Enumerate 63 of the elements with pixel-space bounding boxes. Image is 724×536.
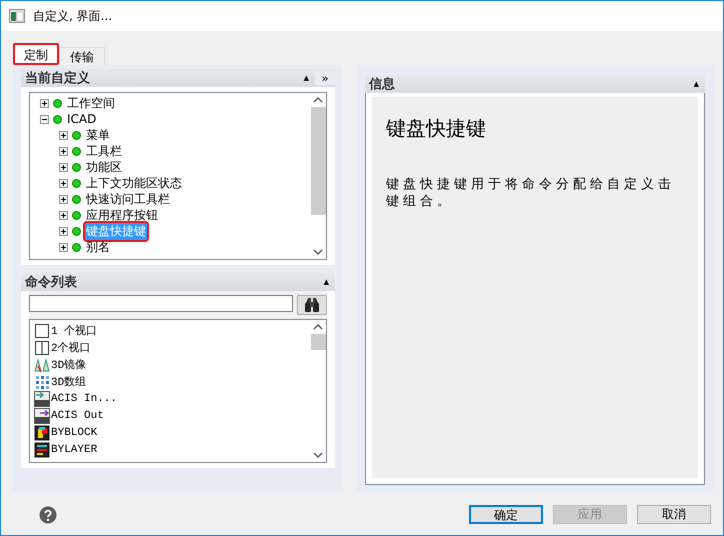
- status-dot-icon: [72, 178, 81, 188]
- info-description: 键盘快捷键用于将命令分配给自定义击键组合。: [386, 176, 676, 210]
- expand-icon[interactable]: [40, 98, 49, 108]
- command-item[interactable]: BYBLOCK: [51, 426, 98, 438]
- tree-item[interactable]: 应用程序按钮: [85, 206, 159, 224]
- scrollbar-thumb[interactable]: [310, 107, 326, 215]
- viewport-icon: [34, 322, 50, 338]
- panel-title: 当前自定义: [25, 70, 91, 87]
- expand-icon[interactable]: [59, 226, 68, 236]
- expand-icon[interactable]: [59, 146, 68, 156]
- import-icon: [34, 390, 50, 406]
- color-block-icon: [34, 424, 50, 440]
- expand-icon[interactable]: [59, 162, 68, 172]
- split-viewport-icon: [34, 340, 50, 356]
- status-dot-icon: [72, 194, 81, 204]
- status-dot-icon: [72, 162, 81, 172]
- command-item[interactable]: 2个视口: [51, 340, 91, 355]
- tree-item[interactable]: 快速访问工具栏: [85, 190, 171, 208]
- help-icon[interactable]: [39, 506, 57, 524]
- status-dot-icon: [72, 242, 81, 252]
- status-dot-icon: [53, 114, 62, 124]
- layer-stack-icon: [34, 442, 50, 458]
- status-dot-icon: [72, 130, 81, 140]
- panel-title: 信息: [369, 76, 396, 93]
- info-heading: 键盘快捷键: [386, 115, 487, 142]
- expand-icon[interactable]: [59, 210, 68, 220]
- expand-icon[interactable]: [59, 130, 68, 140]
- scrollbar-thumb[interactable]: [310, 334, 326, 350]
- expand-button[interactable]: »: [315, 72, 335, 84]
- command-item[interactable]: BYLAYER: [51, 444, 98, 456]
- expand-icon[interactable]: [59, 178, 68, 188]
- binoculars-icon: [304, 297, 320, 313]
- tree-item[interactable]: 上下文功能区状态: [85, 174, 183, 192]
- export-icon: [34, 408, 50, 424]
- status-dot-icon: [72, 226, 81, 236]
- dialog-button[interactable]: 取消: [637, 505, 711, 524]
- command-item[interactable]: ACIS Out: [51, 410, 104, 422]
- grid-array-icon: [34, 374, 50, 390]
- tab[interactable]: 传输: [59, 47, 105, 65]
- tree-item[interactable]: 工作空间: [66, 94, 116, 112]
- expand-icon[interactable]: [59, 194, 68, 204]
- tree-item[interactable]: 别名: [85, 238, 111, 256]
- tree-item[interactable]: 菜单: [85, 126, 111, 144]
- mirror-icon: [34, 356, 50, 372]
- tab[interactable]: 定制: [13, 43, 59, 65]
- status-dot-icon: [53, 98, 62, 108]
- search-field[interactable]: [29, 295, 293, 312]
- command-item[interactable]: ACIS In...: [51, 392, 118, 404]
- command-item[interactable]: 3D数组: [51, 374, 86, 389]
- command-item[interactable]: 1 个视口: [51, 323, 98, 338]
- tree-item[interactable]: 工具栏: [85, 142, 123, 160]
- command-item[interactable]: 3D镜像: [51, 357, 86, 372]
- collapse-icon[interactable]: [40, 114, 49, 124]
- app-icon: [9, 9, 25, 23]
- tree-item[interactable]: 功能区: [85, 158, 123, 176]
- panel-title: 命令列表: [25, 274, 78, 291]
- status-dot-icon: [72, 210, 81, 220]
- find-button[interactable]: [297, 295, 327, 315]
- tree-item[interactable]: ICAD: [66, 112, 98, 126]
- window-title: 自定义, 界面...: [33, 8, 112, 24]
- dialog-button[interactable]: 确定: [469, 505, 543, 524]
- expand-icon[interactable]: [59, 242, 68, 252]
- status-dot-icon: [72, 146, 81, 156]
